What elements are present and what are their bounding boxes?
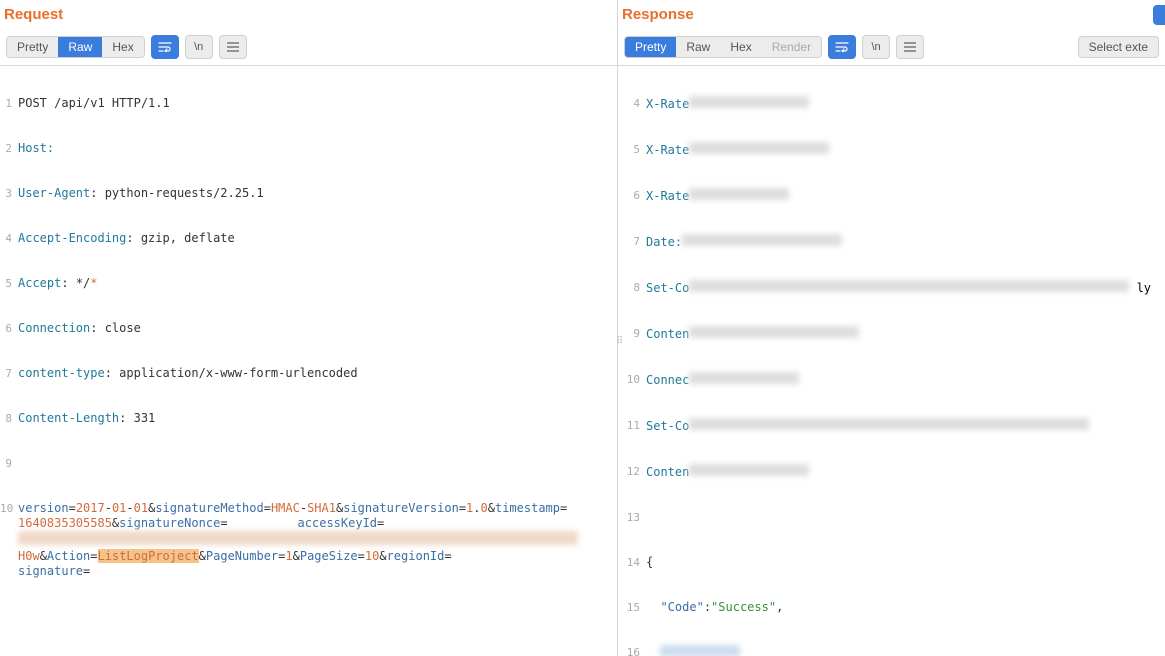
tab-pretty[interactable]: Pretty [7, 37, 58, 57]
request-title: Request [0, 0, 617, 33]
request-view-tabs: Pretty Raw Hex [6, 36, 145, 58]
request-toolbar: Pretty Raw Hex \n [0, 33, 617, 66]
action-highlight: ListLogProject [98, 549, 199, 563]
request-editor[interactable]: 1POST /api/v1 HTTP/1.1 2Host: 3User-Agen… [0, 66, 617, 656]
tab-pretty-resp[interactable]: Pretty [625, 37, 676, 57]
response-view-tabs: Pretty Raw Hex Render [624, 36, 822, 58]
newline-icon-resp[interactable]: \n [862, 35, 890, 59]
tab-hex[interactable]: Hex [102, 37, 143, 57]
newline-icon[interactable]: \n [185, 35, 213, 59]
panel-resize-handle[interactable]: ⠿ [616, 340, 623, 344]
tab-raw[interactable]: Raw [58, 37, 102, 57]
wrap-icon[interactable] [151, 35, 179, 59]
menu-icon[interactable] [219, 35, 247, 59]
request-panel: Request Pretty Raw Hex \n 1POST /api/v1 … [0, 0, 618, 656]
tab-hex-resp[interactable]: Hex [720, 37, 761, 57]
menu-icon-resp[interactable] [896, 35, 924, 59]
tab-render-resp[interactable]: Render [762, 37, 821, 57]
request-body: version=2017-01-01&signatureMethod=HMAC-… [18, 501, 612, 579]
select-extension-button[interactable]: Select exte [1078, 36, 1159, 58]
tab-raw-resp[interactable]: Raw [676, 37, 720, 57]
wrap-icon-resp[interactable] [828, 35, 856, 59]
response-title: Response [618, 0, 1165, 33]
req-line-1: POST /api/v1 HTTP/1.1 [18, 96, 617, 111]
response-panel: Response Pretty Raw Hex Render \n Select… [618, 0, 1165, 656]
corner-tab[interactable] [1153, 5, 1165, 25]
response-toolbar: Pretty Raw Hex Render \n Select exte [618, 33, 1165, 66]
response-editor[interactable]: 4X-Rate 5X-Rate 6X-Rate 7Date: 8Set-Co l… [618, 66, 1165, 656]
